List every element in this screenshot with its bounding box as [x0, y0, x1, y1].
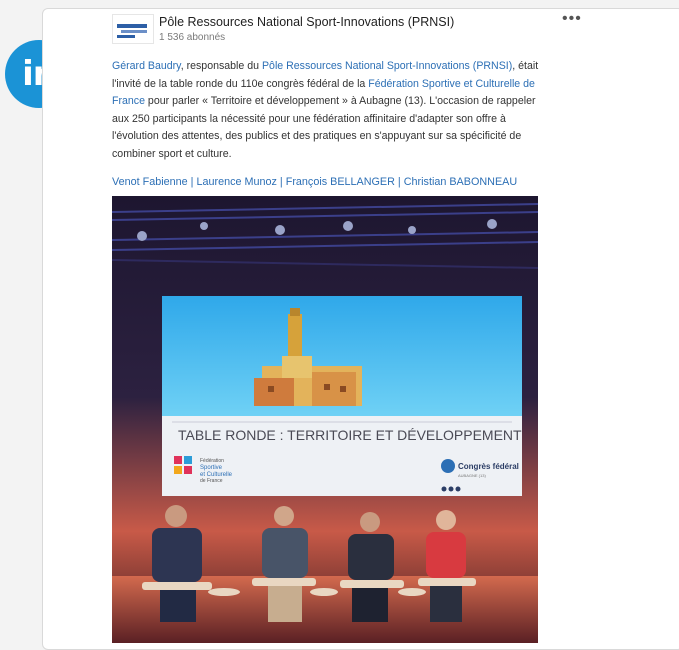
post-text-part: pour parler « Territoire et développemen… [112, 95, 536, 160]
tag-link[interactable]: Venot Fabienne [112, 176, 188, 188]
fscf-line4: de France [200, 478, 223, 484]
tag-link[interactable]: Christian BABONNEAU [404, 176, 517, 188]
author-name[interactable]: Pôle Ressources National Sport-Innovatio… [159, 15, 454, 29]
mention-link[interactable]: Gérard Baudry [112, 60, 181, 72]
fscf-line1: Fédération [200, 458, 224, 464]
org-link[interactable]: Pôle Ressources National Sport-Innovatio… [262, 60, 512, 72]
congress-logo-icon [441, 459, 455, 473]
logo-bar [117, 35, 135, 38]
post-photo[interactable]: TABLE RONDE : TERRITOIRE ET DÉVELOPPEMEN… [112, 196, 538, 643]
tag-list: Venot Fabienne | Laurence Munoz | Franço… [112, 176, 572, 188]
conference-photo-svg: TABLE RONDE : TERRITOIRE ET DÉVELOPPEMEN… [112, 196, 538, 643]
post-text: Gérard Baudry, responsable du Pôle Resso… [112, 58, 542, 164]
tag-link[interactable]: François BELLANGER [286, 176, 395, 188]
tag-separator: | [394, 176, 404, 188]
projection-screen: TABLE RONDE : TERRITOIRE ET DÉVELOPPEMEN… [162, 296, 522, 496]
more-options-icon[interactable]: ••• [562, 10, 582, 28]
social-icons [441, 486, 461, 492]
logo-bar [117, 24, 147, 28]
tag-separator: | [276, 176, 286, 188]
follower-count: 1 536 abonnés [159, 32, 226, 43]
post-text-part: , responsable du [180, 60, 262, 72]
tag-link[interactable]: Laurence Munoz [196, 176, 276, 188]
author-logo[interactable] [112, 14, 154, 44]
fscf-line2: Sportive [200, 465, 223, 471]
congress-sub: AUBAGNE (13) [458, 473, 486, 478]
logo-bar [121, 30, 147, 33]
screen-title: TABLE RONDE : TERRITOIRE ET DÉVELOPPEMEN… [178, 427, 522, 443]
congress-label: Congrès fédéral [458, 462, 519, 471]
